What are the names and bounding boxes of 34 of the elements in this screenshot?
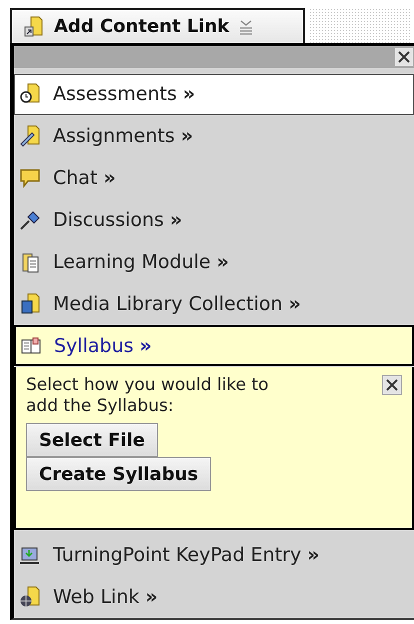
link-label[interactable]: TurningPoint KeyPad Entry » [53, 544, 320, 566]
add-content-button[interactable]: Add Content Link [10, 8, 305, 43]
menu-caret-icon [239, 18, 254, 34]
menu-item[interactable]: Web Link » [14, 576, 414, 617]
pushpin-icon [19, 209, 41, 232]
speech-bubble-icon [19, 167, 41, 190]
menu-item[interactable]: Syllabus » [14, 325, 414, 366]
globe-document-icon [19, 586, 41, 608]
menu-item[interactable]: Media Library Collection » [14, 284, 414, 324]
film-document-icon [19, 293, 41, 316]
menu-item[interactable]: TurningPoint KeyPad Entry » [14, 534, 414, 576]
close-button[interactable] [382, 375, 402, 396]
clock-document-icon [19, 83, 41, 106]
link-label[interactable]: Assessments » [53, 83, 196, 106]
menu-item[interactable]: Assignments » [14, 116, 414, 157]
link-label[interactable]: Assignments » [53, 125, 194, 148]
prompt-text: Select how you would like to add the Syllabus: [26, 375, 270, 418]
shortcut-document-icon [22, 16, 44, 38]
link-label[interactable]: Discussions » [53, 209, 182, 232]
menu-item[interactable]: Discussions » [14, 200, 414, 241]
close-button[interactable] [394, 46, 414, 67]
option-button[interactable]: Create Syllabus [26, 457, 212, 492]
menu-item[interactable]: Assessments » [14, 74, 414, 115]
close-icon [397, 50, 411, 64]
link-label[interactable]: Syllabus » [54, 334, 152, 357]
link-label[interactable]: Learning Module » [53, 251, 229, 274]
ruler-document-icon [19, 125, 41, 148]
link-label[interactable]: Media Library Collection » [53, 293, 301, 316]
menu-item[interactable]: Learning Module » [14, 242, 414, 283]
option-button[interactable]: Select File [26, 423, 158, 458]
close-icon [385, 378, 399, 392]
link-label[interactable]: Chat » [53, 167, 116, 190]
link-label[interactable]: Web Link » [53, 586, 158, 608]
menu-item[interactable]: Chat » [14, 158, 414, 199]
